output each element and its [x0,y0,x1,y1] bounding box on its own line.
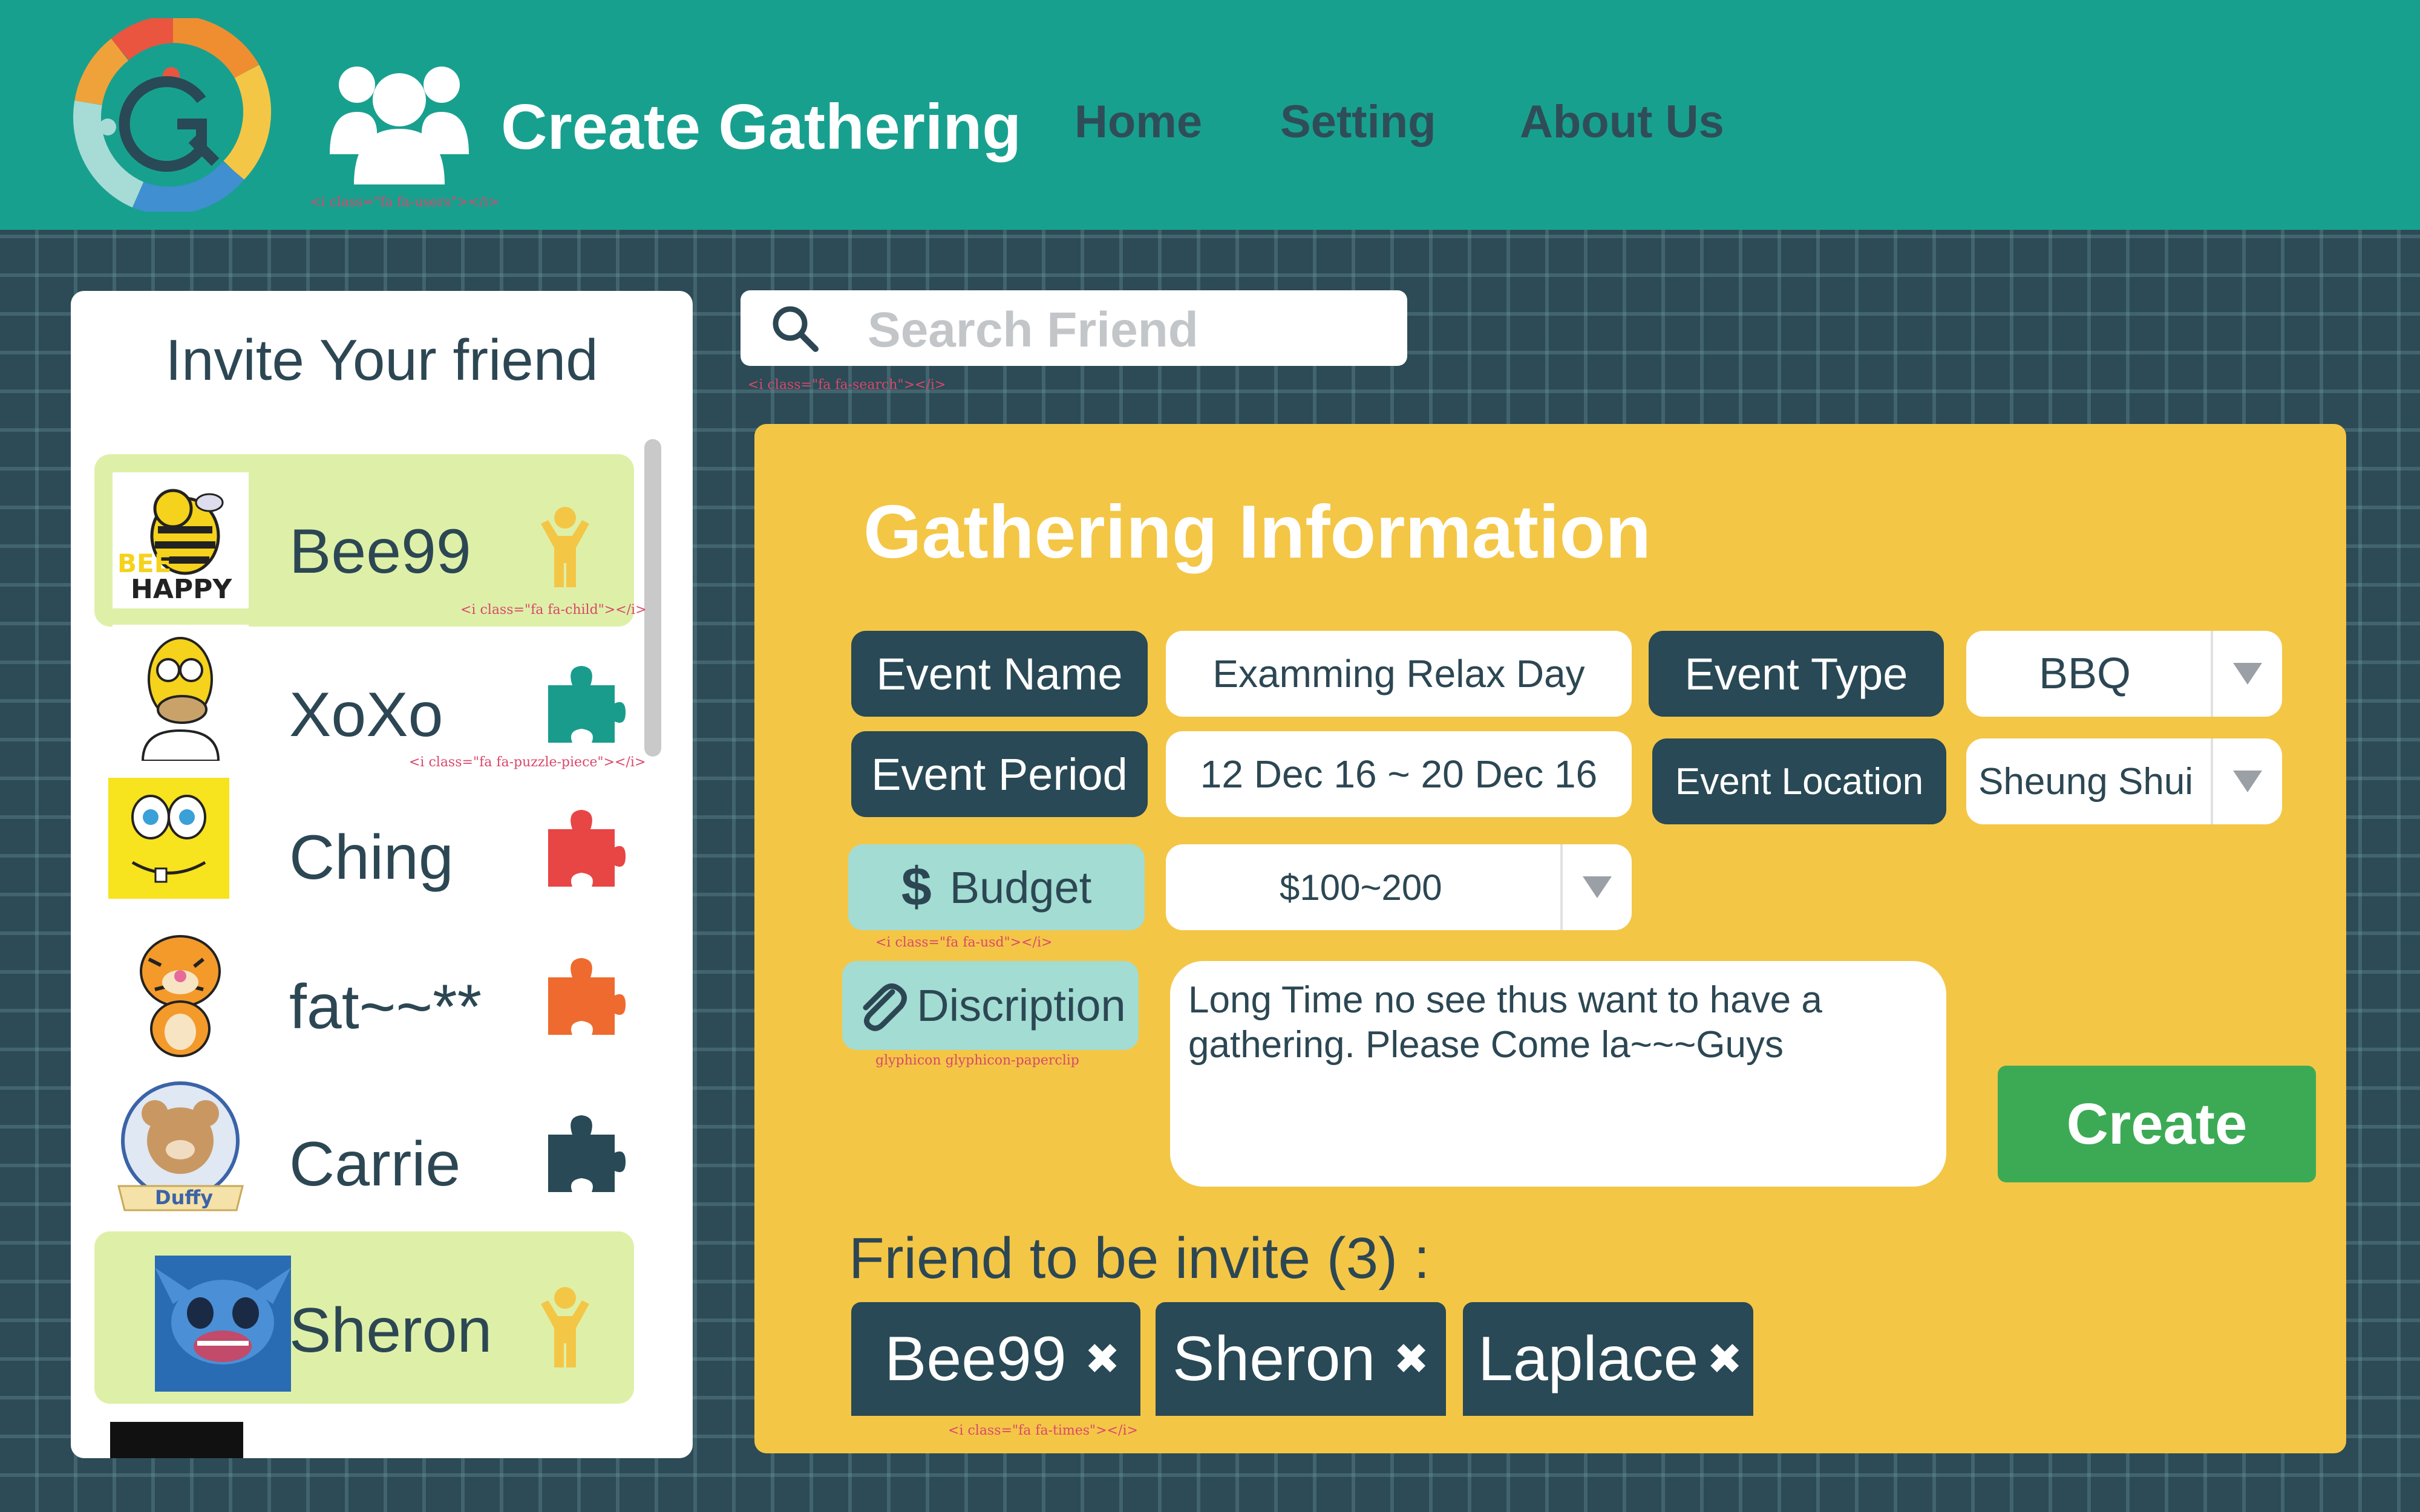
description-textarea[interactable]: Long Time no see thus want to have a gat… [1170,961,1946,1187]
gathering-info-title: Gathering Information [863,490,1651,574]
child-icon [541,507,589,587]
svg-text:HAPPY: HAPPY [131,574,232,605]
friend-item-carrie[interactable]: Duffy Carrie [94,1080,634,1253]
chevron-down-icon[interactable] [1560,844,1632,930]
invited-chip-laplace: Laplace ✖ [1463,1302,1753,1416]
event-location-value: Sheung Shui [1978,760,2194,803]
close-icon[interactable]: ✖ [1707,1334,1742,1384]
page-title: Create Gathering [501,91,1022,163]
event-type-select[interactable]: BBQ [1966,631,2282,717]
friend-name: Carrie [289,1129,461,1199]
event-period-label: Event Period [851,731,1148,817]
close-icon[interactable]: ✖ [1085,1334,1120,1384]
puzzle-piece-icon [548,1115,626,1192]
avatar-partial [110,1422,243,1458]
chip-name: Laplace [1478,1323,1699,1394]
close-icon[interactable]: ✖ [1393,1334,1429,1384]
friend-name: XoXo [289,680,443,750]
event-location-label: Event Location [1652,738,1946,824]
avatar: BEE HAPPY [113,472,249,608]
invited-friends-label: Friend to be invite (3) : [849,1226,1430,1291]
event-location-select[interactable]: Sheung Shui [1966,738,2282,824]
times-icon-source-note: <i class="fa fa-times"></i> [948,1423,1138,1438]
create-button[interactable]: Create [1998,1066,2316,1182]
app-logo[interactable] [65,18,281,212]
search-icon[interactable] [771,304,819,353]
chip-name: Bee99 [885,1323,1067,1394]
search-bar [741,290,1407,366]
budget-label: $ Budget [848,844,1145,930]
chip-name: Sheron [1172,1323,1376,1394]
usd-icon-source-note: <i class="fa fa-usd"></i> [875,935,1053,950]
invited-chip-bee99: Bee99 ✖ [851,1302,1140,1416]
chevron-down-icon[interactable] [2211,631,2282,717]
usd-icon: $ [901,856,932,917]
paperclip-icon-source-note: glyphicon glyphicon-paperclip [875,1053,1079,1068]
avatar [108,778,229,899]
friend-item-fat[interactable]: fat~~** [94,923,634,1095]
friend-item-ching[interactable]: Ching [94,769,634,941]
event-name-label: Event Name [851,631,1148,717]
description-label-text: Discription [917,980,1126,1031]
avatar [155,1256,291,1392]
nav-setting[interactable]: Setting [1280,96,1436,148]
event-type-label: Event Type [1649,631,1944,717]
nav-home[interactable]: Home [1074,96,1202,148]
budget-value: $100~200 [1280,867,1442,908]
users-icon [330,67,469,184]
description-label: Discription [842,961,1139,1050]
invite-friend-panel: Invite Your friend BEE HAPPY Bee99 <i cl… [71,291,693,1458]
friend-name: fat~~** [289,972,482,1042]
avatar: Duffy [113,1080,249,1216]
search-icon-source-note: <i class="fa fa-search"></i> [748,377,946,393]
chevron-down-icon[interactable] [2211,738,2282,824]
search-input[interactable] [868,306,1388,354]
friend-name: Sheron [289,1295,492,1366]
avatar [113,625,249,761]
paperclip-icon [863,983,908,1031]
users-icon-source-note: <i class="fa fa-users"></i> [310,195,500,210]
svg-text:Duffy: Duffy [155,1186,213,1209]
avatar [113,923,249,1059]
nav-about-us[interactable]: About Us [1520,96,1724,148]
puzzle-piece-icon [548,666,626,743]
budget-label-text: Budget [949,862,1092,913]
child-icon [541,1287,589,1367]
friend-item-sheron[interactable]: Sheron [94,1231,634,1404]
friend-name: Ching [289,823,454,893]
event-type-value: BBQ [2039,650,2131,698]
budget-select[interactable]: $100~200 [1166,844,1632,930]
child-icon-source-note: <i class="fa fa-child"></i> [460,602,647,618]
puzzle-icon-source-note: <i class="fa fa-puzzle-piece"></i> [409,755,646,770]
puzzle-piece-icon [548,958,626,1035]
puzzle-piece-icon [548,810,626,887]
event-name-field[interactable]: Examming Relax Day [1166,631,1632,717]
friend-item-bee99[interactable]: BEE HAPPY Bee99 <i class="fa fa-child"><… [94,454,647,627]
invite-panel-title: Invite Your friend [165,328,598,393]
gathering-info-panel: Gathering Information Event Name Exammin… [754,424,2346,1453]
event-period-field[interactable]: 12 Dec 16 ~ 20 Dec 16 [1166,731,1632,817]
invited-chip-sheron: Sheron ✖ [1156,1302,1446,1416]
friend-name: Bee99 [289,516,471,587]
friend-list-scrollbar[interactable] [644,439,661,757]
